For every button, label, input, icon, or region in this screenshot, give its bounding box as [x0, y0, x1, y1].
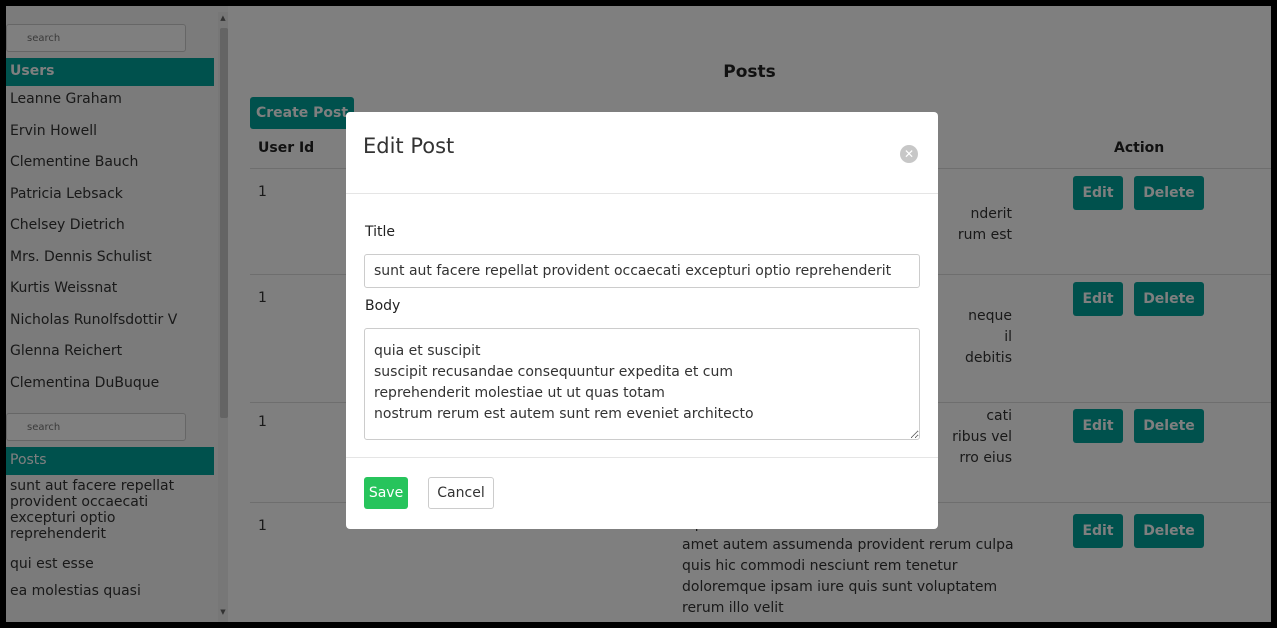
title-label: Title [365, 224, 396, 240]
modal-title: Edit Post [363, 134, 455, 158]
edit-post-modal: Edit Post ✕ Title Body quia et suscipit … [346, 112, 938, 529]
title-input[interactable] [364, 254, 920, 288]
close-icon[interactable]: ✕ [900, 145, 918, 163]
app-window: Users Leanne Graham Ervin Howell Clement… [6, 6, 1271, 622]
body-textarea[interactable]: quia et suscipit suscipit recusandae con… [364, 328, 920, 440]
body-label: Body [365, 298, 401, 314]
modal-footer: Save Cancel [346, 458, 938, 528]
save-button[interactable]: Save [364, 477, 408, 509]
cancel-button[interactable]: Cancel [428, 477, 494, 509]
modal-header: Edit Post ✕ [346, 112, 938, 194]
modal-body: Title Body quia et suscipit suscipit rec… [346, 194, 938, 458]
